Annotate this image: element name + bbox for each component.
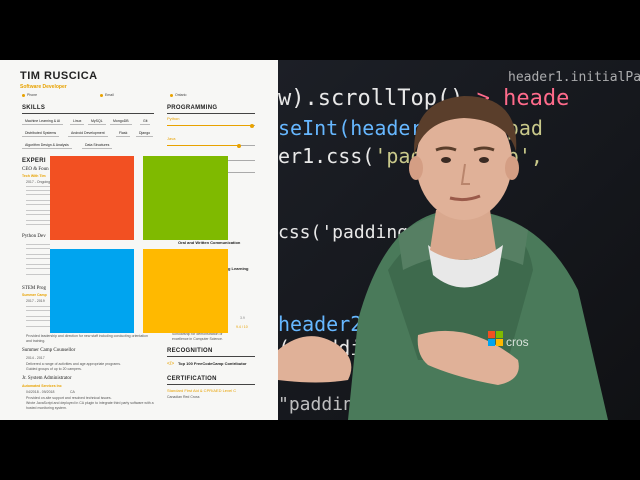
phone-icon xyxy=(22,93,25,97)
email-icon xyxy=(100,93,103,97)
ms-logo-yellow-square xyxy=(143,249,228,333)
skill-chip: Flask xyxy=(116,129,131,137)
job-bullet: Guided groups of up to 20 campers. xyxy=(26,367,82,371)
job-title: Jr. System Administrator xyxy=(22,376,72,381)
job-company: Automated Services Inc xyxy=(22,384,62,388)
skill-chip: Django xyxy=(136,129,154,137)
job-company: Summer Camp xyxy=(22,293,47,297)
java-knob xyxy=(237,143,242,148)
job-title: CEO & Foun xyxy=(22,167,49,172)
strength-item: g Learning xyxy=(228,266,249,271)
programming-heading: PROGRAMMING xyxy=(167,105,218,111)
skills-heading: SKILLS xyxy=(22,105,46,111)
skill-chip: Algorithm Design & Analysis xyxy=(22,141,72,149)
skill-chip: MySQL xyxy=(88,117,106,125)
certification-heading: CERTIFICATION xyxy=(167,376,217,382)
certification-item: Standard First Aid & CPR/AED Level C xyxy=(167,388,237,393)
job-company: Tech With Tim xyxy=(22,174,46,178)
python-label: Python xyxy=(167,116,180,121)
skill-chip: Data Structures xyxy=(82,141,113,149)
ms-logo-blue-square xyxy=(50,249,134,333)
certification-rule xyxy=(167,384,255,385)
skill-chip: Machine Learning & AI xyxy=(22,117,64,125)
skill-chip: Distributed Systems xyxy=(22,129,60,137)
java-label: Java xyxy=(167,136,176,141)
job-title: Python Dev xyxy=(22,234,46,239)
recognition-heading: RECOGNITION xyxy=(167,348,213,354)
ms-logo-red-square xyxy=(50,156,134,240)
gpa-value: 3.9 xyxy=(240,316,245,320)
job-bullet: Provided on-site support and resolved te… xyxy=(26,396,112,400)
resume-title: Software Developer xyxy=(20,84,67,90)
job-title: STEM Prog xyxy=(22,286,47,291)
grade-small: 9.4 / 10 xyxy=(236,325,248,329)
location-icon xyxy=(170,93,173,97)
contact-location: Ontario xyxy=(170,93,186,97)
letterbox-top xyxy=(0,0,640,60)
contact-phone: Phone xyxy=(22,93,37,97)
programming-rule xyxy=(167,113,255,114)
recognition-item: Top 100 FreeCodeCamp Contributor xyxy=(178,361,247,366)
job-bullet: hosted monitoring system. xyxy=(26,406,67,410)
python-knob xyxy=(250,123,255,128)
contact-email: Email xyxy=(100,93,114,97)
skills-rule xyxy=(22,113,154,114)
video-frame: TIM RUSCICA Software Developer Phone Ema… xyxy=(0,60,640,420)
presenter-person: cros xyxy=(278,96,608,420)
job-place: CA xyxy=(70,390,75,394)
recognition-rule xyxy=(167,356,255,357)
skill-chip: Git xyxy=(140,117,151,125)
job-date: 04/2018 - 09/2018 xyxy=(26,390,55,394)
strength-item: Oral and Written Communication xyxy=(178,240,241,245)
resume-name: TIM RUSCICA xyxy=(20,70,98,82)
skill-chip: Android Development xyxy=(68,129,108,137)
job-bullet: Delivered a range of activities and age … xyxy=(26,362,121,366)
certification-org: Canadian Red Cross xyxy=(167,395,200,399)
experience-heading: EXPERI xyxy=(22,158,46,164)
job-title: Summer Camp Counsellor xyxy=(22,348,76,353)
job-bullet: Provided leadership and direction for ne… xyxy=(26,334,148,338)
ms-logo-green-square xyxy=(143,156,228,240)
resume-document: TIM RUSCICA Software Developer Phone Ema… xyxy=(0,60,280,420)
letterbox-bottom xyxy=(0,420,640,480)
java-fill xyxy=(167,145,240,147)
scholarship-desc: excellence in Computer Science. xyxy=(172,337,223,341)
job-date: 2017 - 2019 xyxy=(26,299,45,303)
job-bullet: and training. xyxy=(26,339,46,343)
code-icon: </> xyxy=(167,361,175,367)
skill-chip: MongoDB xyxy=(110,117,132,125)
job-date: 2014 - 2017 xyxy=(26,356,45,360)
skill-chip: Linux xyxy=(70,117,85,125)
shirt-logo-text: cros xyxy=(506,335,529,349)
job-date: 2017 - Ongoing xyxy=(26,180,51,184)
python-fill xyxy=(167,125,253,127)
job-bullet: Wrote JavaScript and deployed in CA plug… xyxy=(26,401,154,405)
